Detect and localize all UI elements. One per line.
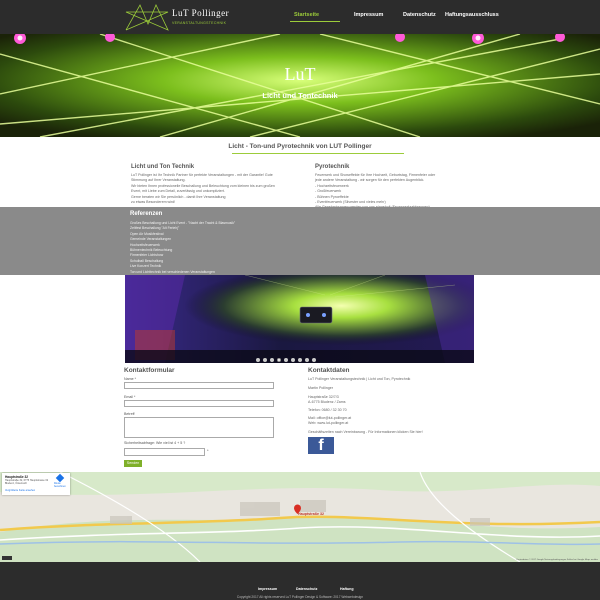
name-label: Name * (124, 377, 136, 381)
map-info-card: Hauptstraße 32 Hauptstraße 32, 6775 Haup… (2, 473, 70, 495)
pyrotechnik-text: Feuerwerk und Showeffekte für Ihre Hochz… (315, 173, 436, 209)
licht-ton-title: Licht und Ton Technik (131, 164, 195, 170)
laser-lights-image (0, 34, 600, 137)
site-header: LuT Pollinger VERANSTALTUNGSTECHNIK Star… (0, 0, 600, 34)
referenzen-title: Referenzen (130, 211, 163, 217)
footer-haftung-link[interactable]: Haftung (340, 587, 354, 591)
message-textarea[interactable] (124, 417, 274, 438)
licht-ton-text: LuT Pollinger ist Ihr Technik Partner fü… (131, 173, 275, 205)
route-label: Route berechnen (54, 482, 66, 488)
address-street: Hauptstraße 32/7/3 (308, 395, 339, 399)
nav-active-underline (290, 21, 340, 22)
larger-map-link[interactable]: Vergrößerte Karte ansehen (5, 489, 35, 492)
slider-dot[interactable] (263, 358, 267, 362)
page-heading: Licht - Ton-und Pyrotechnik von LUT Poll… (228, 143, 372, 150)
address-city: A-6775 Bludenz / Zams (308, 400, 346, 404)
send-button[interactable]: Senden (124, 460, 142, 467)
slider-dot[interactable] (256, 358, 260, 362)
slider-dot[interactable] (291, 358, 295, 362)
captcha-input[interactable] (124, 448, 205, 456)
copyright: Copyright 2017 All rights reserved LuT P… (236, 595, 364, 599)
nav-datenschutz[interactable]: Datenschutz (403, 12, 436, 18)
captcha-label: Sicherheitsabfrage: Wie viel ist 4 + 5 ? (124, 441, 186, 445)
nav-haftungsausschluss[interactable]: Haftungsausschluss (445, 12, 499, 18)
map-attribution[interactable]: Kartendaten © 2017 Google Nutzungsbeding… (516, 559, 598, 561)
phone: Telefon: 0680 / 32 30 70 (308, 408, 347, 412)
site-footer: Impressum Datenschutz Haftung Copyright … (0, 562, 600, 600)
company-name: LuT Pollinger Veranstaltungstechnik | Li… (308, 377, 411, 381)
contact-person: Martin Pollinger (308, 386, 333, 390)
route-button[interactable]: Route berechnen (54, 473, 66, 488)
hero-subtitle: Licht und Tontechnik (262, 91, 338, 100)
pyrotechnik-title: Pyrotechnik (315, 164, 350, 170)
logo-text: LuT Pollinger (172, 8, 230, 18)
google-logo-icon (2, 556, 12, 560)
stage-photo (125, 275, 474, 363)
heading-divider (232, 153, 404, 154)
logo[interactable]: LuT Pollinger VERANSTALTUNGSTECHNIK (124, 2, 234, 32)
kontaktformular-title: Kontaktformular (124, 367, 175, 374)
slider-dot[interactable] (305, 358, 309, 362)
slider-dot[interactable] (284, 358, 288, 362)
email-label: Email * (124, 395, 136, 399)
nav-impressum[interactable]: Impressum (354, 12, 383, 18)
email-input[interactable] (124, 400, 274, 407)
map-card-address: Hauptstraße 32, 6775 Hauptstrasse 32 Blu… (5, 479, 49, 486)
facebook-icon[interactable]: f (308, 437, 334, 454)
footer-impressum-link[interactable]: Impressum (258, 587, 277, 591)
slider-dots (256, 358, 336, 362)
hero-title: LuT (284, 64, 316, 84)
hero-banner: LuT Licht und Tontechnik (0, 34, 600, 137)
mail-link[interactable]: Mail: office@lut-pollinger.at (308, 416, 351, 420)
slider-dot[interactable] (312, 358, 316, 362)
star-logo-icon (125, 4, 169, 31)
logo-subtitle: VERANSTALTUNGSTECHNIK (172, 21, 227, 25)
slider-dot[interactable] (270, 358, 274, 362)
slider-dot[interactable] (277, 358, 281, 362)
business-hours-note: Geschäftszeiten nach Vereinbarung - Für … (308, 430, 423, 434)
map-pin-label: Hauptstraße 32 (298, 512, 324, 516)
main-nav: Startseite Impressum Datenschutz Haftung… (290, 12, 510, 26)
name-input[interactable] (124, 382, 274, 389)
footer-datenschutz-link[interactable]: Datenschutz (296, 587, 317, 591)
google-map[interactable]: Hauptstraße 32 Hauptstraße 32, 6775 Haup… (0, 472, 600, 562)
web-link[interactable]: Web: www.lut-pollinger.at (308, 421, 348, 425)
referenzen-list: Großes Beschallung und Licht Event - "Na… (130, 221, 235, 280)
referenzen-section: Referenzen Großes Beschallung und Licht … (0, 207, 600, 279)
captcha-required-mark: * (207, 448, 209, 453)
nav-startseite[interactable]: Startseite (294, 12, 319, 18)
subject-label: Betreff (124, 412, 135, 416)
slider-dot[interactable] (298, 358, 302, 362)
image-slider[interactable] (125, 275, 474, 363)
directions-icon (55, 473, 65, 483)
kontaktdaten-title: Kontaktdaten (308, 367, 350, 374)
map-tiles (0, 472, 600, 562)
